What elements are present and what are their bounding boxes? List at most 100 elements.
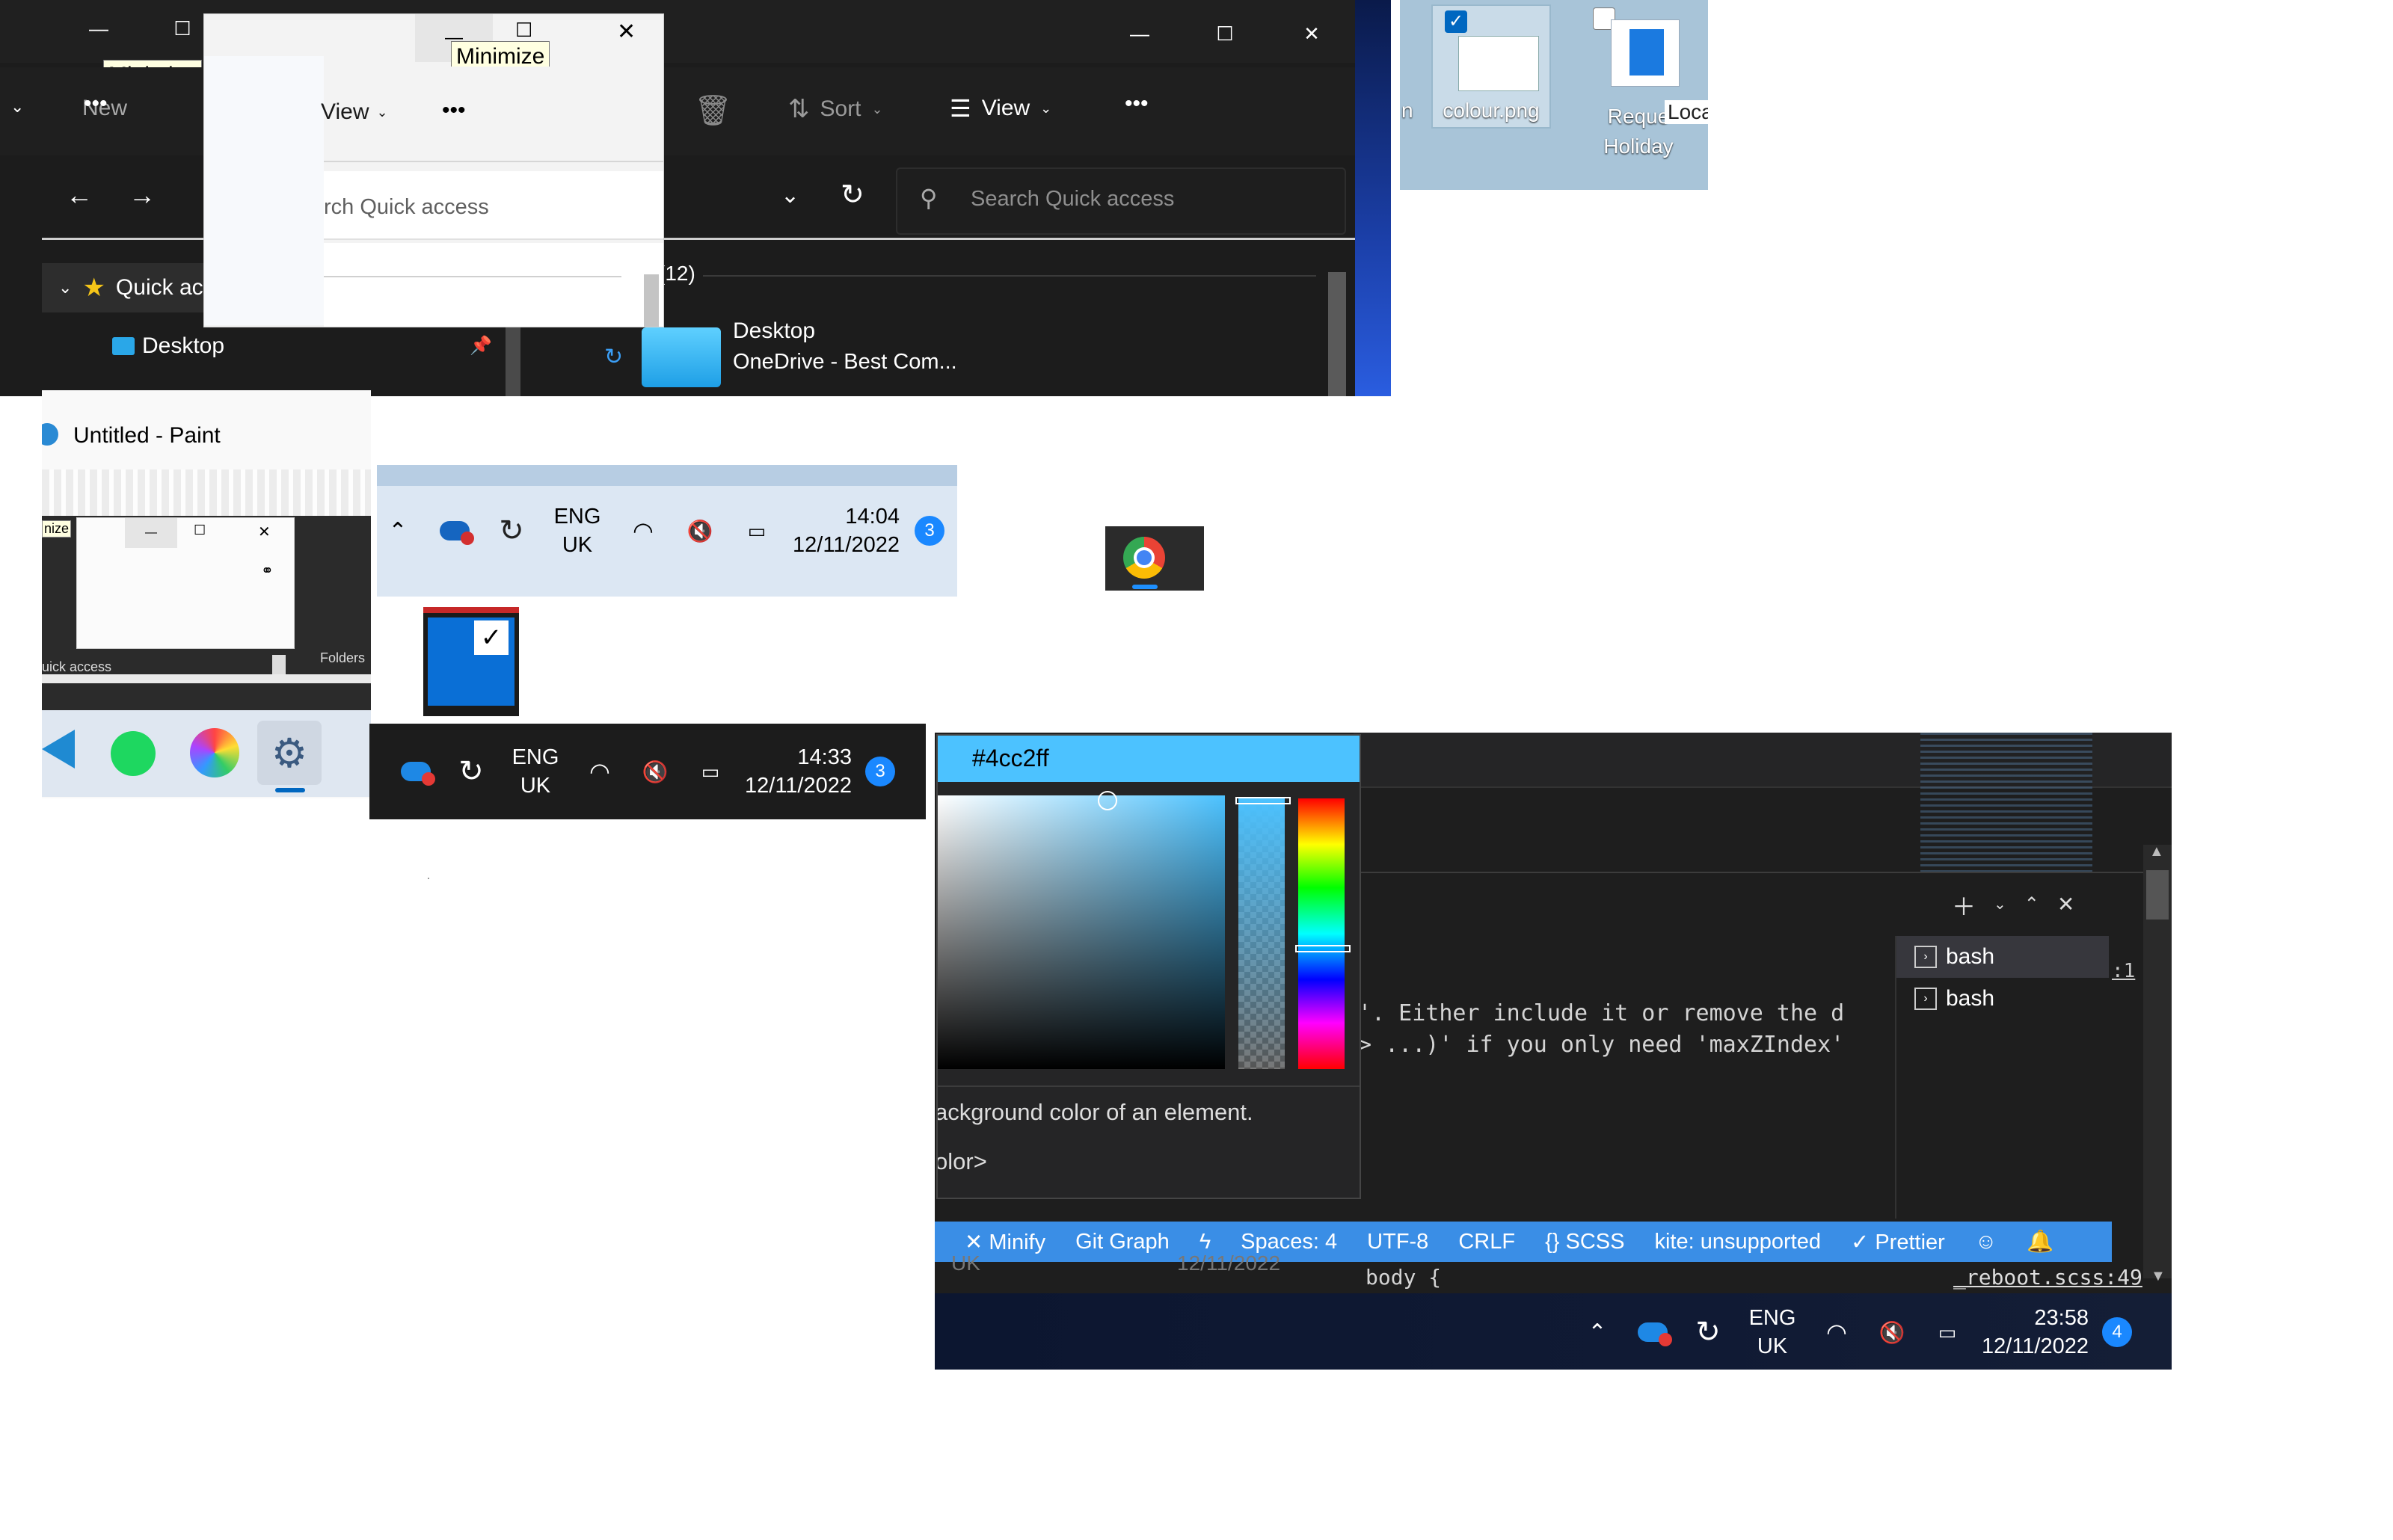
battery-icon[interactable]: ▭ <box>1926 1311 1968 1353</box>
search-input[interactable]: Search Quick access <box>971 187 1174 212</box>
color-hex-value[interactable]: #4cc2ff <box>972 745 1049 772</box>
terminal-item-bash-1[interactable]: › bash <box>1896 936 2109 978</box>
sort-button[interactable]: ⇅ Sort ⌄ <box>788 94 883 124</box>
hue-slider[interactable] <box>1298 798 1345 1069</box>
scroll-up-icon[interactable]: ▲ <box>2149 843 2164 860</box>
opacity-handle[interactable] <box>1235 797 1291 804</box>
selected-tile[interactable]: ✓ <box>423 607 519 716</box>
maximize-button-light[interactable]: ☐ <box>515 19 532 42</box>
saturation-panel[interactable] <box>938 795 1225 1069</box>
lightning-icon[interactable]: ϟ <box>1199 1230 1211 1254</box>
feedback-icon[interactable]: ☺ <box>1975 1230 1997 1254</box>
desktop-label: Desktop <box>142 333 225 358</box>
more-options-icon[interactable]: ••• <box>442 98 466 123</box>
language-indicator[interactable]: ENG UK <box>506 743 565 800</box>
light-scrollbar[interactable] <box>644 274 659 327</box>
wifi-icon[interactable]: ◠ <box>622 510 664 552</box>
wifi-icon[interactable]: ◠ <box>579 751 621 792</box>
clock[interactable]: 14:04 12/11/2022 <box>793 502 900 559</box>
minimize-button-main[interactable]: — <box>1098 0 1182 67</box>
sync-icon[interactable]: ↻ <box>450 751 492 792</box>
minimize-button-small[interactable]: — <box>125 518 177 548</box>
spaces-indicator[interactable]: Spaces: 4 <box>1241 1230 1337 1254</box>
paint-app-icon <box>42 423 58 446</box>
selection-checkbox[interactable]: ✓ <box>1445 10 1467 33</box>
language-indicator[interactable]: ENG UK <box>1742 1304 1802 1361</box>
file-reference[interactable]: _reboot.scss:49 <box>1953 1265 2142 1290</box>
language-mode[interactable]: {} SCSS <box>1545 1230 1624 1254</box>
language-indicator[interactable]: ENG UK <box>547 502 607 559</box>
battery-icon[interactable]: ▭ <box>736 510 778 552</box>
forward-icon[interactable]: → <box>129 179 156 211</box>
light-search-box[interactable]: rch Quick access <box>324 171 663 240</box>
color-picker-header[interactable]: #4cc2ff <box>938 736 1360 782</box>
show-hidden-icons[interactable]: ⌃ <box>377 510 419 552</box>
close-button-main[interactable]: ✕ <box>1268 0 1355 67</box>
delete-icon[interactable]: 🗑 <box>694 93 732 128</box>
onedrive-icon[interactable] <box>395 751 437 792</box>
saturation-handle[interactable] <box>1098 791 1117 810</box>
onedrive-icon[interactable] <box>1632 1311 1674 1353</box>
close-button-small[interactable]: ✕ <box>258 523 271 541</box>
maximize-button-main[interactable]: ☐ <box>1182 0 1268 67</box>
settings-icon[interactable]: ⚙ <box>257 721 322 785</box>
git-graph-button[interactable]: Git Graph <box>1075 1230 1170 1254</box>
desktop-icon-colour-png[interactable]: ✓ colour.png <box>1431 4 1551 129</box>
address-dropdown-icon[interactable]: ⌄ <box>781 182 799 209</box>
more-options-icon[interactable]: ••• <box>84 91 108 117</box>
prettier-status[interactable]: ✓ Prettier <box>1851 1229 1945 1255</box>
tile-checkbox[interactable]: ✓ <box>474 620 509 655</box>
desktop-icon-document[interactable]: Reque Holiday <box>1593 4 1690 161</box>
item-name[interactable]: Desktop <box>733 318 815 344</box>
view-button[interactable]: ☰ View ⌄ <box>950 94 1051 123</box>
terminal-item-bash-2[interactable]: › bash <box>1896 978 2109 1020</box>
nav-item-desktop[interactable]: Desktop <box>112 333 224 359</box>
sync-icon[interactable]: ↻ <box>1687 1311 1729 1353</box>
link-fragment[interactable]: :1 <box>2112 960 2135 982</box>
minify-label: Minify <box>989 1230 1046 1254</box>
kite-status[interactable]: kite: unsupported <box>1654 1230 1820 1254</box>
clock[interactable]: 23:58 12/11/2022 <box>1982 1304 2089 1361</box>
onedrive-icon[interactable] <box>434 510 476 552</box>
chevron-down-icon[interactable]: ⌄ <box>1994 888 2006 923</box>
more-options-icon[interactable]: ••• <box>1125 91 1149 117</box>
scroll-down-icon[interactable]: ▼ <box>2151 1268 2166 1285</box>
new-terminal-icon[interactable]: ＋ <box>1952 888 1976 923</box>
wifi-icon[interactable]: ◠ <box>1816 1311 1858 1353</box>
hue-handle[interactable] <box>1295 945 1351 952</box>
encoding-indicator[interactable]: UTF-8 <box>1367 1230 1428 1254</box>
mute-icon[interactable]: 🔇 <box>634 751 676 792</box>
link-icon[interactable]: ⚭ <box>261 561 274 580</box>
prettier-label: Prettier <box>1875 1230 1945 1254</box>
eol-indicator[interactable]: CRLF <box>1458 1230 1515 1254</box>
close-button-light[interactable]: ✕ <box>617 19 636 45</box>
notification-badge[interactable]: 3 <box>865 757 895 786</box>
refresh-icon[interactable]: ↻ <box>841 178 864 212</box>
maximize-panel-icon[interactable]: ⌃ <box>2024 888 2039 923</box>
chrome-taskbar-button[interactable] <box>1105 526 1204 591</box>
paint-taskbar-icon[interactable] <box>190 728 239 777</box>
back-icon[interactable]: ← <box>66 179 93 211</box>
search-box[interactable]: ⚲ Search Quick access <box>896 167 1346 235</box>
mute-icon[interactable]: 🔇 <box>679 510 721 552</box>
nav-scrollbar[interactable] <box>506 321 520 396</box>
notification-badge[interactable]: 3 <box>915 516 944 546</box>
vscode-icon[interactable] <box>42 730 75 769</box>
scroll-thumb[interactable] <box>2146 870 2169 920</box>
clock[interactable]: 14:33 12/11/2022 <box>745 743 852 800</box>
maximize-button-small[interactable]: ☐ <box>194 523 206 538</box>
notification-badge[interactable]: 4 <box>2102 1317 2132 1347</box>
mute-icon[interactable]: 🔇 <box>1871 1311 1913 1353</box>
opacity-slider[interactable] <box>1238 798 1285 1069</box>
minimize-button[interactable]: — <box>57 0 141 57</box>
chevron-down-icon[interactable]: ⌄ <box>10 97 24 117</box>
content-scrollbar[interactable] <box>1328 272 1346 396</box>
show-hidden-icons[interactable]: ⌃ <box>1576 1311 1618 1353</box>
close-panel-icon[interactable]: ✕ <box>2057 888 2074 923</box>
notifications-icon[interactable]: 🔔 <box>2027 1229 2053 1254</box>
light-search-input[interactable]: rch Quick access <box>324 195 489 220</box>
spotify-icon[interactable] <box>111 731 156 776</box>
sync-icon[interactable]: ↻ <box>491 510 532 552</box>
battery-icon[interactable]: ▭ <box>689 751 731 792</box>
view-button-light[interactable]: View ⌄ <box>321 99 388 125</box>
